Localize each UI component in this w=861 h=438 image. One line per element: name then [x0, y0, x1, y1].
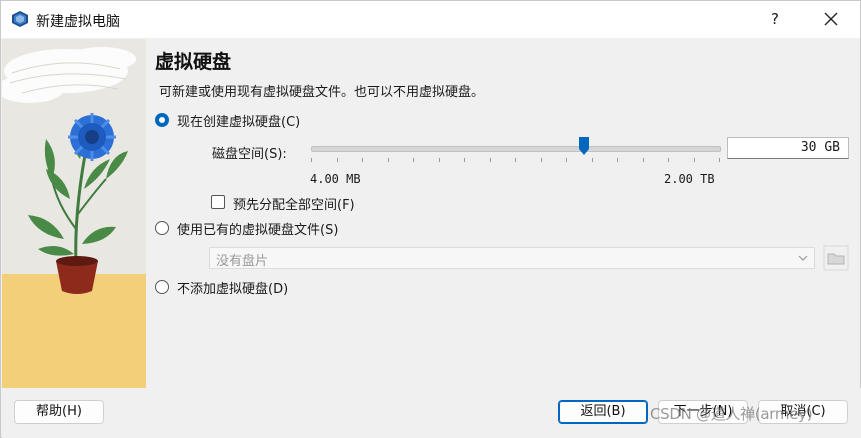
folder-icon[interactable]	[823, 245, 849, 271]
preallocate-checkbox[interactable]	[211, 195, 225, 209]
help-button[interactable]: 帮助(H)	[14, 400, 104, 424]
slider-tick	[311, 158, 312, 162]
chevron-down-icon	[798, 255, 808, 261]
wizard-content: 虚拟硬盘 可新建或使用现有虚拟硬盘文件。也可以不用虚拟硬盘。 现在创建虚拟硬盘(…	[147, 39, 860, 388]
slider-tick	[464, 158, 465, 162]
slider-tick	[490, 158, 491, 162]
back-button[interactable]: 返回(B)	[558, 400, 648, 424]
slider-tick	[643, 158, 644, 162]
existing-disk-select-value: 没有盘片	[216, 254, 269, 269]
slider-tick	[719, 158, 720, 162]
radio-no-disk-label[interactable]: 不添加虚拟硬盘(D)	[177, 278, 288, 297]
slider-tick	[362, 158, 363, 162]
slider-tick	[694, 158, 695, 162]
page-description: 可新建或使用现有虚拟硬盘文件。也可以不用虚拟硬盘。	[159, 85, 485, 100]
radio-no-disk[interactable]	[155, 280, 169, 294]
preallocate-label[interactable]: 预先分配全部空间(F)	[233, 194, 355, 213]
disk-size-slider-handle[interactable]	[579, 137, 590, 155]
help-question-button[interactable]: ?	[764, 7, 786, 31]
disk-size-max-label: 2.00 TB	[664, 172, 715, 186]
disk-size-slider-track[interactable]	[311, 146, 721, 152]
radio-create-new-disk-label[interactable]: 现在创建虚拟硬盘(C)	[177, 111, 300, 130]
radio-use-existing-disk-label[interactable]: 使用已有的虚拟硬盘文件(S)	[177, 219, 338, 238]
slider-tick	[541, 158, 542, 162]
page-title: 虚拟硬盘	[155, 51, 232, 73]
slider-tick	[439, 158, 440, 162]
slider-tick	[337, 158, 338, 162]
title-bar: 新建虚拟电脑 ?	[1, 1, 860, 38]
slider-tick	[566, 158, 567, 162]
virtualbox-icon	[12, 11, 28, 27]
new-vm-dialog: 新建虚拟电脑 ? 虚拟硬盘 可新建或使用现有虚拟硬盘文件。也可以不用虚拟硬盘。 …	[0, 0, 861, 438]
existing-disk-select[interactable]: 没有盘片	[209, 247, 815, 269]
radio-use-existing-disk[interactable]	[155, 221, 169, 235]
wizard-footer: 帮助(H) 返回(B) 下一步(N) 取消(C) CSDN @道人禅(armey…	[2, 388, 861, 438]
wizard-side-illustration	[2, 39, 146, 388]
disk-size-label: 磁盘空间(S):	[212, 147, 287, 162]
window-title: 新建虚拟电脑	[36, 14, 120, 30]
slider-tick	[413, 158, 414, 162]
disk-size-input[interactable]: 30 GB	[727, 137, 849, 159]
slider-tick	[668, 158, 669, 162]
watermark: CSDN @道人禅(armey)	[650, 405, 813, 423]
slider-tick	[388, 158, 389, 162]
slider-tick	[515, 158, 516, 162]
radio-create-new-disk[interactable]	[155, 113, 169, 127]
close-icon[interactable]	[819, 7, 843, 31]
slider-tick	[617, 158, 618, 162]
disk-size-min-label: 4.00 MB	[310, 172, 361, 186]
slider-tick	[592, 158, 593, 162]
flower-pot-illustration	[2, 39, 146, 388]
